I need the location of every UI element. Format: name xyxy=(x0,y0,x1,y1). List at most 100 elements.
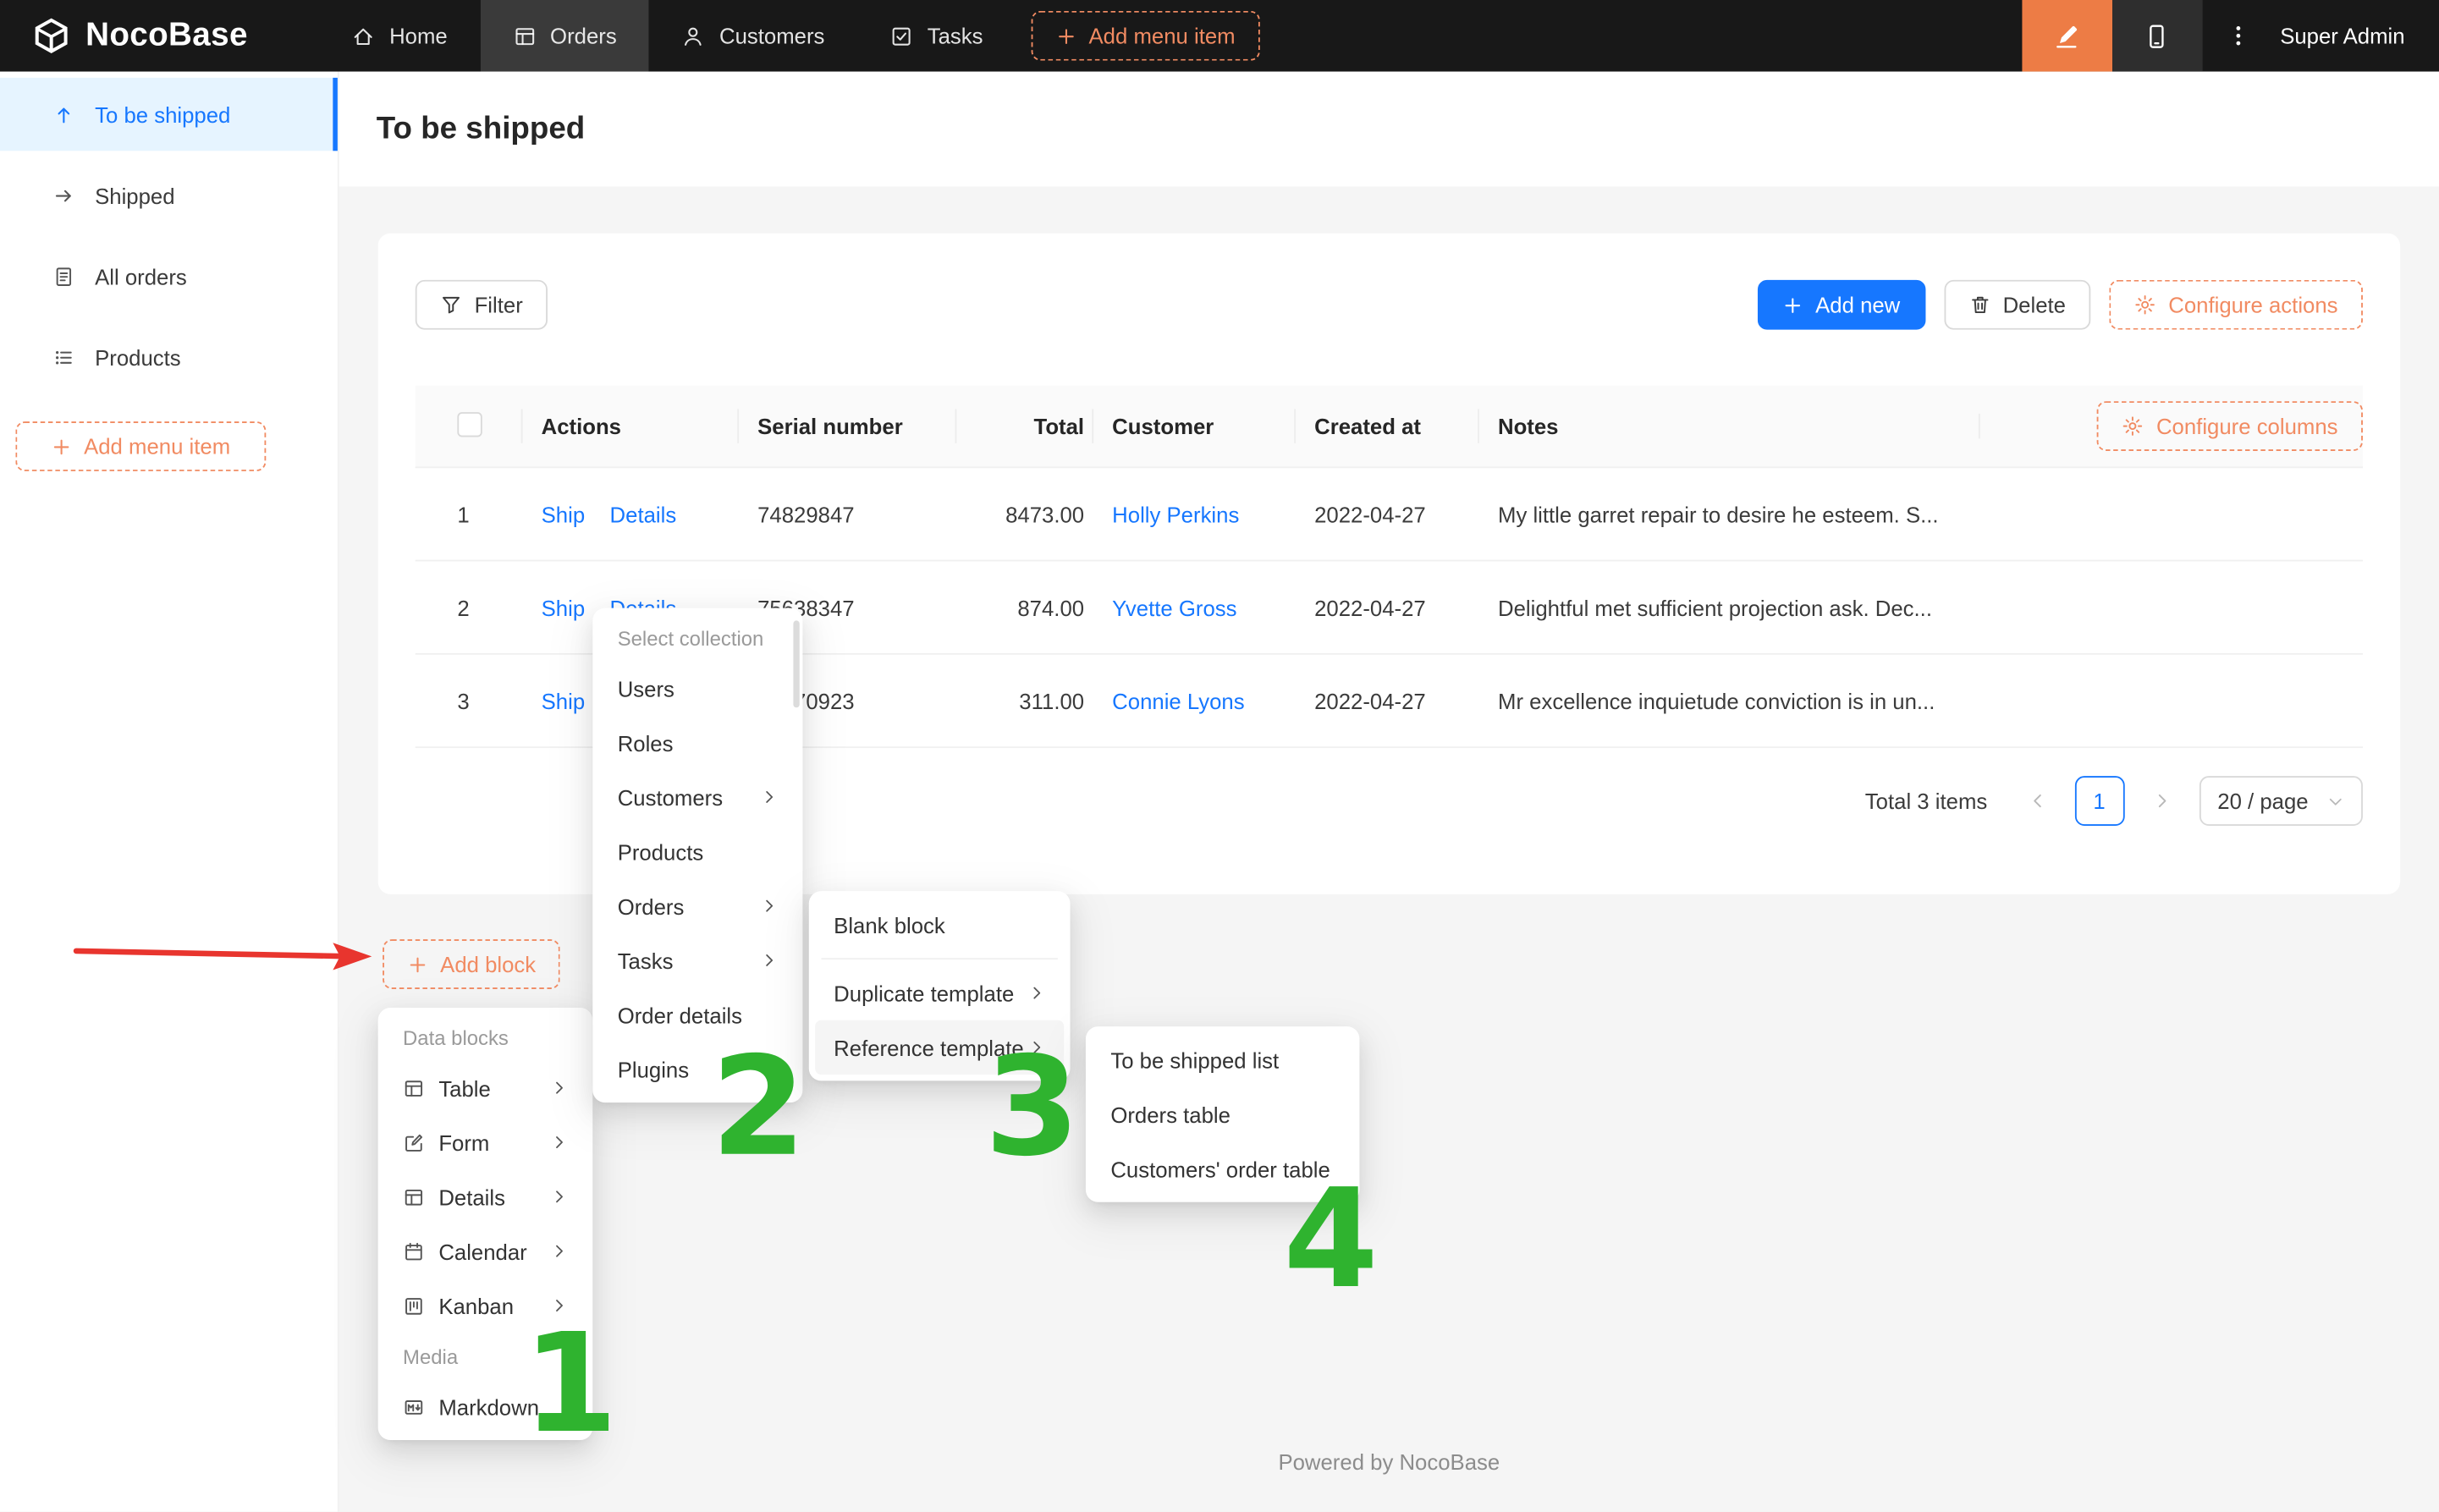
sidebar-item-label: Products xyxy=(95,344,181,369)
filter-label: Filter xyxy=(475,293,523,317)
row-index: 3 xyxy=(457,688,469,712)
add-menu-item-label: Add menu item xyxy=(1089,24,1236,48)
page-size-value: 20 / page xyxy=(2217,789,2308,813)
nav-item-label: Tasks xyxy=(928,24,983,48)
chevron-right-icon xyxy=(551,1188,568,1205)
sidebar-item-shipped[interactable]: Shipped xyxy=(0,158,338,231)
gear-icon xyxy=(2122,415,2144,437)
annotation-arrow xyxy=(72,930,383,982)
filter-button[interactable]: Filter xyxy=(416,280,548,330)
configure-columns-button[interactable]: Configure columns xyxy=(2097,401,2363,451)
nav-item-tasks[interactable]: Tasks xyxy=(857,0,1016,72)
sidebar: To be shipped Shipped All orders Product… xyxy=(0,72,339,1512)
configure-columns-label: Configure columns xyxy=(2156,414,2338,438)
sidebar-item-products[interactable]: Products xyxy=(0,321,338,393)
chevron-right-icon xyxy=(551,1243,568,1260)
menu-item-details[interactable]: Details xyxy=(384,1169,586,1223)
delete-button[interactable]: Delete xyxy=(1944,280,2091,330)
customers-icon xyxy=(682,24,706,47)
add-block-button[interactable]: Add block xyxy=(383,939,560,989)
nav-item-orders[interactable]: Orders xyxy=(480,0,649,72)
menu-item-roles[interactable]: Roles xyxy=(599,715,796,769)
chevron-right-icon xyxy=(761,789,778,805)
nocobase-logo[interactable]: NocoBase xyxy=(0,15,248,56)
ship-link[interactable]: Ship xyxy=(542,595,586,619)
gear-icon xyxy=(2134,294,2156,316)
menu-item-tasks[interactable]: Tasks xyxy=(599,933,796,987)
menu-item-users[interactable]: Users xyxy=(599,661,796,715)
pagination-next-button[interactable] xyxy=(2137,776,2187,826)
select-all-checkbox[interactable] xyxy=(457,411,482,436)
configure-actions-button[interactable]: Configure actions xyxy=(2109,280,2363,330)
more-menu-button[interactable] xyxy=(2202,0,2274,72)
pagination-page-1[interactable]: 1 xyxy=(2074,776,2124,826)
chevron-right-icon xyxy=(2152,792,2171,811)
menu-divider xyxy=(821,958,1057,959)
cell-total: 8473.00 xyxy=(975,502,1112,526)
ui-editor-button[interactable] xyxy=(2022,0,2112,72)
sidebar-item-all-orders[interactable]: All orders xyxy=(0,239,338,312)
scrollbar-thumb[interactable] xyxy=(793,620,799,707)
column-header-actions: Actions xyxy=(542,414,757,438)
sidebar-item-to-be-shipped[interactable]: To be shipped xyxy=(0,78,338,151)
column-header-notes: Notes xyxy=(1498,414,1999,438)
menu-item-customers[interactable]: Customers xyxy=(599,770,796,824)
page-header: To be shipped xyxy=(339,72,2439,187)
ship-link[interactable]: Ship xyxy=(542,502,586,526)
customer-link[interactable]: Yvette Gross xyxy=(1112,595,1236,619)
cell-notes: Mr excellence inquietude conviction is i… xyxy=(1498,688,1999,712)
form-icon xyxy=(403,1131,425,1153)
kanban-icon xyxy=(403,1295,425,1317)
document-icon xyxy=(52,265,74,287)
user-menu[interactable]: Super Admin xyxy=(2274,24,2439,48)
menu-item-table[interactable]: Table xyxy=(384,1061,586,1115)
list-icon xyxy=(52,346,74,368)
menu-item-blank-block[interactable]: Blank block xyxy=(815,898,1064,952)
plus-icon xyxy=(1056,25,1076,46)
column-header-total: Total xyxy=(975,414,1112,438)
plus-icon xyxy=(51,437,71,457)
menu-item-form[interactable]: Form xyxy=(384,1115,586,1169)
page-size-select[interactable]: 20 / page xyxy=(2199,776,2363,826)
row-index: 2 xyxy=(457,595,469,619)
footer-text: Powered by NocoBase xyxy=(339,1449,2439,1474)
column-header-customer: Customer xyxy=(1112,414,1314,438)
highlighter-pen-icon xyxy=(2054,23,2080,49)
menu-item-duplicate-template[interactable]: Duplicate template xyxy=(815,965,1064,1020)
annotation-step-2: 2 xyxy=(711,1039,807,1176)
cell-notes: My little garret repair to desire he est… xyxy=(1498,502,1999,526)
logo-text: NocoBase xyxy=(85,17,248,54)
add-menu-item-button-nav[interactable]: Add menu item xyxy=(1032,11,1261,61)
chevron-right-icon xyxy=(1028,984,1045,1001)
toolbar-actions: Add new Delete Configure actions xyxy=(1758,280,2363,330)
cell-total: 311.00 xyxy=(975,688,1112,712)
cell-created-at: 2022-04-27 xyxy=(1314,502,1498,526)
add-menu-item-button-sidebar[interactable]: Add menu item xyxy=(15,421,266,471)
menu-item-products[interactable]: Products xyxy=(599,824,796,878)
chevron-right-icon xyxy=(551,1080,568,1097)
filter-icon xyxy=(440,294,462,316)
mobile-preview-button[interactable] xyxy=(2112,0,2203,72)
menu-group-title-data-blocks: Data blocks xyxy=(384,1014,586,1060)
arrow-up-icon xyxy=(52,103,74,125)
customer-link[interactable]: Connie Lyons xyxy=(1112,688,1244,712)
chevron-right-icon xyxy=(761,898,778,915)
menu-item-calendar[interactable]: Calendar xyxy=(384,1224,586,1278)
calendar-icon xyxy=(403,1240,425,1262)
column-header-configure: Configure columns xyxy=(1999,401,2363,451)
sidebar-item-label: All orders xyxy=(95,264,187,289)
ship-link[interactable]: Ship xyxy=(542,688,586,712)
add-new-button[interactable]: Add new xyxy=(1758,280,1925,330)
pagination-prev-button[interactable] xyxy=(2012,776,2062,826)
cell-created-at: 2022-04-27 xyxy=(1314,688,1498,712)
pagination-total: Total 3 items xyxy=(1865,789,1987,813)
details-link[interactable]: Details xyxy=(610,502,677,526)
customer-link[interactable]: Holly Perkins xyxy=(1112,502,1239,526)
menu-item-to-be-shipped-list[interactable]: To be shipped list xyxy=(1092,1032,1353,1086)
menu-item-orders[interactable]: Orders xyxy=(599,878,796,932)
nav-item-home[interactable]: Home xyxy=(319,0,480,72)
vertical-ellipsis-icon xyxy=(2226,24,2250,48)
menu-item-orders-table[interactable]: Orders table xyxy=(1092,1087,1353,1141)
trash-icon xyxy=(1968,294,1990,316)
nav-item-customers[interactable]: Customers xyxy=(649,0,857,72)
